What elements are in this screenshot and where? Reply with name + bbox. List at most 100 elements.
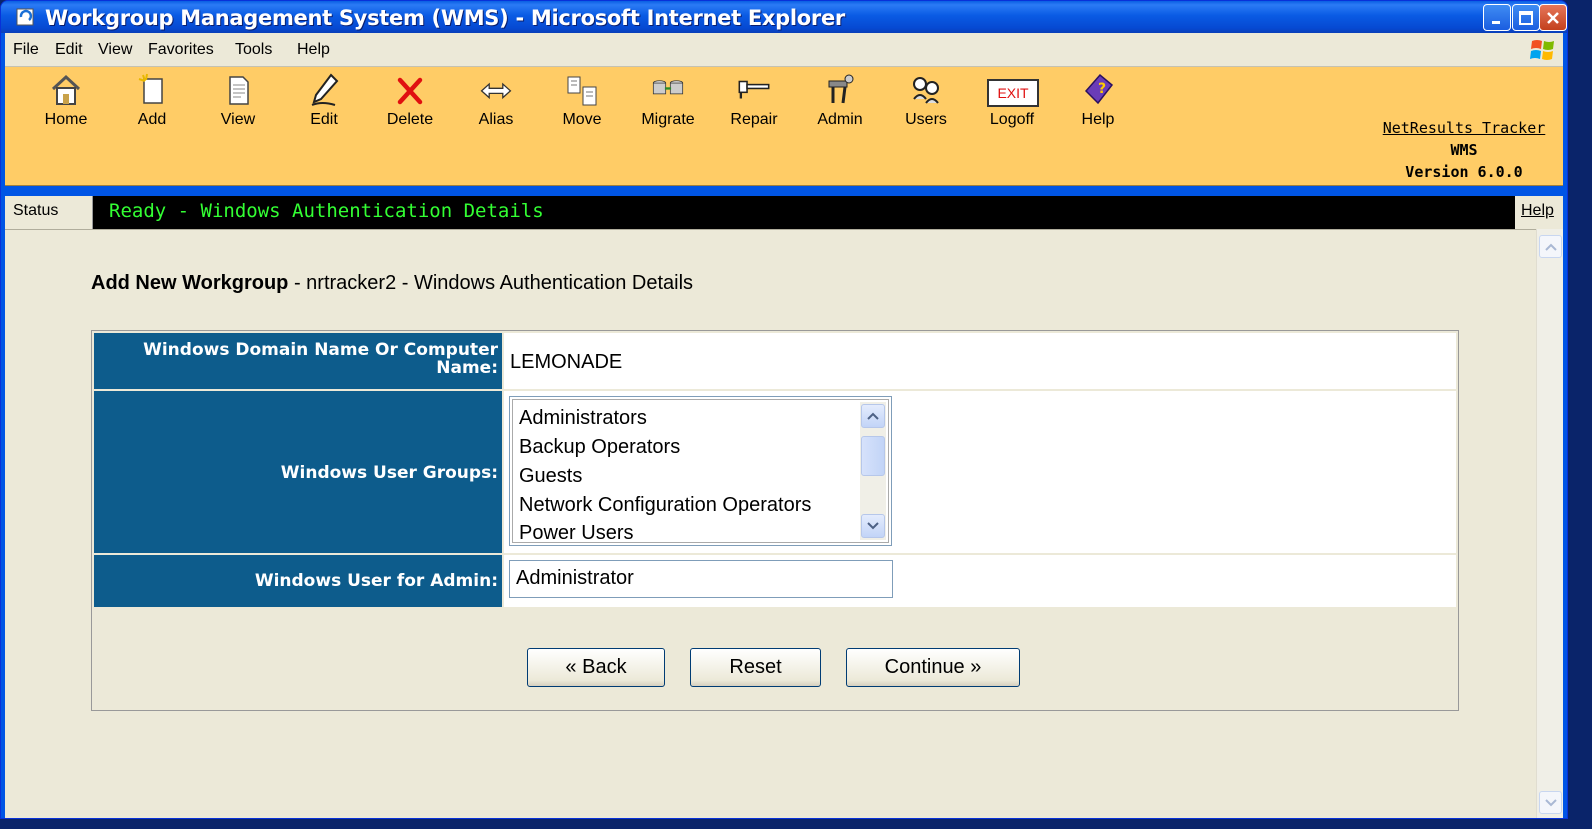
svg-text:?: ? [1098,81,1106,97]
alias-button[interactable]: Alias [463,71,529,181]
migrate-database-icon [652,80,684,95]
view-icon [229,76,249,105]
home-button[interactable]: Home [33,71,99,181]
admin-label: Windows User for Admin: [94,555,502,607]
logoff-button[interactable]: EXIT Logoff [979,71,1045,181]
move-button[interactable]: Move [549,71,615,181]
delete-x-icon [397,77,423,105]
status-label: Status [5,196,93,229]
close-button[interactable] [1539,4,1567,31]
status-help-link[interactable]: Help [1515,196,1563,229]
module-name: WMS [1450,141,1478,159]
menu-help[interactable]: Help [297,41,330,59]
minimize-icon [1484,5,1510,30]
domain-label: Windows Domain Name Or Computer Name: [94,333,502,389]
page-scroll-up-icon[interactable] [1539,235,1562,258]
delete-button[interactable]: Delete [377,71,443,181]
exit-sign-icon: EXIT [987,79,1039,107]
pencil-icon [311,73,339,106]
minimize-button[interactable] [1483,4,1511,31]
maximize-button[interactable] [1512,4,1540,31]
domain-value: LEMONADE [510,351,623,373]
menu-edit[interactable]: Edit [55,41,83,59]
alias-label: Alias [478,111,514,128]
windows-logo-icon [1530,40,1554,60]
browser-window: Workgroup Management System (WMS) - Micr… [0,0,1568,819]
menu-file[interactable]: File [13,41,39,59]
list-item[interactable]: Administrators [519,407,647,430]
page-title-rest: - nrtracker2 - Windows Authentication De… [288,272,694,294]
domain-label-line2: Name: [436,358,498,378]
help-label: Help [1081,111,1115,128]
page-content: Add New Workgroup - nrtracker2 - Windows… [5,229,1536,818]
menu-bar: File Edit View Favorites Tools Help [5,33,1563,67]
page-title-bold: Add New Workgroup [91,272,289,294]
window-title: Workgroup Management System (WMS) - Micr… [45,6,845,30]
listbox-scrollbar[interactable] [860,402,886,540]
view-button[interactable]: View [205,71,271,181]
move-icon [567,76,597,106]
admin-label: Admin [817,111,863,128]
home-label: Home [44,111,88,128]
menu-view[interactable]: View [98,41,132,59]
status-bar: Status Ready - Windows Authentication De… [5,196,1563,229]
version-text: Version 6.0.0 [1405,163,1523,181]
groups-label: Windows User Groups: [94,391,502,553]
domain-value-cell: LEMONADE [504,333,1456,389]
page-title: Add New Workgroup - nrtracker2 - Windows… [91,272,693,295]
scroll-down-arrow-icon[interactable] [861,514,885,538]
groups-row: Windows User Groups: Administrators Back… [94,391,1456,553]
list-item[interactable]: Network Configuration Operators [519,494,811,517]
help-book-icon: ? [1084,73,1114,105]
repair-button[interactable]: Repair [721,71,787,181]
continue-button[interactable]: Continue » [846,648,1020,687]
delete-label: Delete [386,111,434,128]
back-button[interactable]: « Back [527,648,665,687]
home-icon [51,74,81,105]
edit-button[interactable]: Edit [291,71,357,181]
migrate-label: Migrate [641,111,695,128]
product-link[interactable]: NetResults Tracker [1369,117,1559,139]
help-button[interactable]: ? Help [1065,71,1131,181]
edit-label: Edit [310,111,338,128]
scroll-up-arrow-icon[interactable] [861,404,885,428]
add-button[interactable]: Add [119,71,185,181]
add-label: Add [137,111,167,128]
domain-label-line1: Windows Domain Name Or Computer [143,340,498,360]
user-groups-listbox[interactable]: Administrators Backup Operators Guests N… [509,396,892,546]
domain-row: Windows Domain Name Or Computer Name: LE… [94,333,1456,389]
list-item[interactable]: Guests [519,465,582,488]
page-scrollbar[interactable] [1536,229,1563,818]
migrate-button[interactable]: Migrate [635,71,701,181]
users-icon [913,77,939,104]
page-scroll-down-icon[interactable] [1539,791,1562,814]
logoff-label: Logoff [989,111,1035,128]
move-label: Move [562,111,602,128]
menu-tools[interactable]: Tools [235,41,272,59]
hammer-icon [738,80,770,99]
admin-user-input[interactable]: Administrator [509,560,893,598]
users-label: Users [905,111,947,128]
groups-value-cell: Administrators Backup Operators Guests N… [504,391,1456,553]
status-message: Ready - Windows Authentication Details [109,200,544,222]
app-toolbar: Home Add View Edit Delete Alias Move Mig… [5,67,1563,186]
list-item[interactable]: Backup Operators [519,436,680,459]
alias-arrows-icon [480,82,512,100]
maximize-icon [1513,5,1539,30]
close-icon [1540,5,1566,30]
admin-tools-icon [828,74,854,104]
users-button[interactable]: Users [893,71,959,181]
listbox-inner: Administrators Backup Operators Guests N… [512,399,889,545]
admin-row: Windows User for Admin: Administrator [94,555,1456,607]
scroll-thumb[interactable] [861,436,885,476]
list-item[interactable]: Power Users [519,522,633,545]
view-label: View [220,111,256,128]
title-bar: Workgroup Management System (WMS) - Micr… [1,1,1567,33]
repair-label: Repair [730,111,778,128]
reset-button[interactable]: Reset [690,648,821,687]
admin-button[interactable]: Admin [807,71,873,181]
brand-block: NetResults Tracker WMS Version 6.0.0 [1369,117,1559,183]
menu-favorites[interactable]: Favorites [148,41,214,59]
add-icon [138,73,163,104]
admin-value-cell: Administrator [504,555,1456,607]
